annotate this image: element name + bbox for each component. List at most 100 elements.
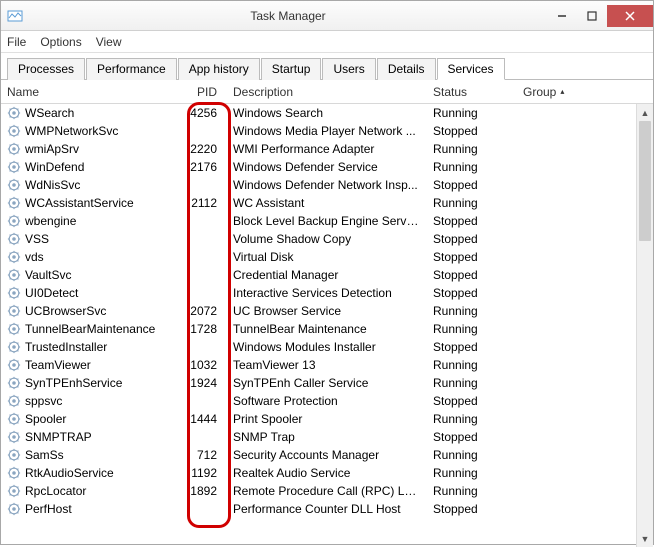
- scroll-down-icon[interactable]: ▼: [637, 530, 653, 547]
- tab-users[interactable]: Users: [322, 58, 375, 80]
- service-gear-icon: [7, 376, 21, 390]
- cell-name: wbengine: [1, 214, 179, 228]
- service-list[interactable]: WSearch4256Windows SearchRunningWMPNetwo…: [1, 104, 653, 547]
- table-row[interactable]: WdNisSvcWindows Defender Network Insp...…: [1, 176, 653, 194]
- cell-name: RpcLocator: [1, 484, 179, 498]
- service-gear-icon: [7, 106, 21, 120]
- table-row[interactable]: Spooler1444Print SpoolerRunning: [1, 410, 653, 428]
- cell-name: WinDefend: [1, 160, 179, 174]
- service-name: WMPNetworkSvc: [25, 124, 118, 138]
- maximize-button[interactable]: [577, 5, 607, 27]
- sort-indicator-icon: ▴: [560, 87, 564, 96]
- table-row[interactable]: RtkAudioService1192Realtek Audio Service…: [1, 464, 653, 482]
- table-row[interactable]: VaultSvcCredential ManagerStopped: [1, 266, 653, 284]
- cell-pid: 2112: [179, 196, 227, 210]
- tab-startup[interactable]: Startup: [261, 58, 322, 80]
- service-gear-icon: [7, 160, 21, 174]
- tab-details[interactable]: Details: [377, 58, 436, 80]
- cell-status: Stopped: [427, 286, 517, 300]
- table-row[interactable]: sppsvcSoftware ProtectionStopped: [1, 392, 653, 410]
- service-name: wbengine: [25, 214, 76, 228]
- table-row[interactable]: WinDefend2176Windows Defender ServiceRun…: [1, 158, 653, 176]
- cell-status: Running: [427, 448, 517, 462]
- service-gear-icon: [7, 286, 21, 300]
- menu-file[interactable]: File: [7, 35, 26, 49]
- cell-pid: 2072: [179, 304, 227, 318]
- cell-pid: 4256: [179, 106, 227, 120]
- cell-description: Realtek Audio Service: [227, 466, 427, 480]
- table-row[interactable]: WSearch4256Windows SearchRunning: [1, 104, 653, 122]
- table-row[interactable]: UI0Detect Interactive Services DetectionS…: [1, 284, 653, 302]
- cell-description: SNMP Trap: [227, 430, 427, 444]
- col-header-status[interactable]: Status: [427, 85, 517, 99]
- service-name: Spooler: [25, 412, 66, 426]
- cell-status: Stopped: [427, 124, 517, 138]
- tab-services[interactable]: Services: [437, 58, 505, 80]
- cell-pid: 1892: [179, 484, 227, 498]
- table-row[interactable]: wbengineBlock Level Backup Engine Servic…: [1, 212, 653, 230]
- close-button[interactable]: [607, 5, 653, 27]
- cell-status: Running: [427, 412, 517, 426]
- cell-pid: 1728: [179, 322, 227, 336]
- tab-app-history[interactable]: App history: [178, 58, 260, 80]
- cell-status: Running: [427, 196, 517, 210]
- scroll-up-icon[interactable]: ▲: [637, 104, 653, 121]
- scroll-thumb[interactable]: [639, 121, 651, 241]
- cell-status: Running: [427, 142, 517, 156]
- service-name: TunnelBearMaintenance: [25, 322, 155, 336]
- cell-pid: 2220: [179, 142, 227, 156]
- cell-status: Stopped: [427, 178, 517, 192]
- cell-name: VaultSvc: [1, 268, 179, 282]
- col-header-group[interactable]: Group ▴: [517, 85, 587, 99]
- cell-pid: 1444: [179, 412, 227, 426]
- cell-name: WdNisSvc: [1, 178, 179, 192]
- table-row[interactable]: WCAssistantService2112WC AssistantRunnin…: [1, 194, 653, 212]
- table-row[interactable]: TunnelBearMaintenance 1728TunnelBear Main…: [1, 320, 653, 338]
- cell-status: Stopped: [427, 340, 517, 354]
- cell-name: TrustedInstaller: [1, 340, 179, 354]
- table-row[interactable]: SNMPTRAPSNMP TrapStopped: [1, 428, 653, 446]
- cell-description: TunnelBear Maintenance: [227, 322, 427, 336]
- cell-status: Stopped: [427, 502, 517, 516]
- cell-description: Windows Search: [227, 106, 427, 120]
- table-row[interactable]: PerfHost Performance Counter DLL HostStop…: [1, 500, 653, 518]
- tab-performance[interactable]: Performance: [86, 58, 177, 80]
- cell-name: SNMPTRAP: [1, 430, 179, 444]
- service-name: SynTPEnhService: [25, 376, 122, 390]
- table-row[interactable]: VSSVolume Shadow CopyStopped: [1, 230, 653, 248]
- service-name: SamSs: [25, 448, 64, 462]
- table-row[interactable]: TrustedInstallerWindows Modules Installe…: [1, 338, 653, 356]
- cell-description: Performance Counter DLL Host: [227, 502, 427, 516]
- cell-description: UC Browser Service: [227, 304, 427, 318]
- cell-description: Software Protection: [227, 394, 427, 408]
- cell-description: Interactive Services Detection: [227, 286, 427, 300]
- table-row[interactable]: WMPNetworkSvcWindows Media Player Networ…: [1, 122, 653, 140]
- table-row[interactable]: TeamViewer1032TeamViewer 13Running: [1, 356, 653, 374]
- service-name: TeamViewer: [25, 358, 91, 372]
- minimize-icon: [557, 11, 567, 21]
- col-header-group-label: Group: [523, 85, 556, 99]
- cell-name: PerfHost: [1, 502, 179, 516]
- tab-processes[interactable]: Processes: [7, 58, 85, 80]
- service-gear-icon: [7, 196, 21, 210]
- col-header-name[interactable]: Name: [1, 85, 179, 99]
- table-row[interactable]: RpcLocator1892Remote Procedure Call (RPC…: [1, 482, 653, 500]
- cell-name: UI0Detect: [1, 286, 179, 300]
- table-row[interactable]: wmiApSrv2220WMI Performance AdapterRunni…: [1, 140, 653, 158]
- service-name: PerfHost: [25, 502, 72, 516]
- table-row[interactable]: SynTPEnhService1924SynTPEnh Caller Servi…: [1, 374, 653, 392]
- col-header-description[interactable]: Description: [227, 85, 427, 99]
- table-row[interactable]: vdsVirtual DiskStopped: [1, 248, 653, 266]
- table-row[interactable]: UCBrowserSvc2072UC Browser ServiceRunnin…: [1, 302, 653, 320]
- minimize-button[interactable]: [547, 5, 577, 27]
- cell-pid: 1032: [179, 358, 227, 372]
- menu-view[interactable]: View: [96, 35, 122, 49]
- tab-bar: ProcessesPerformanceApp historyStartupUs…: [1, 53, 653, 80]
- col-header-pid[interactable]: PID: [179, 85, 227, 99]
- table-row[interactable]: SamSs712Security Accounts ManagerRunning: [1, 446, 653, 464]
- service-gear-icon: [7, 412, 21, 426]
- cell-pid: 1192: [179, 466, 227, 480]
- vertical-scrollbar[interactable]: ▲ ▼: [636, 104, 653, 547]
- cell-status: Running: [427, 484, 517, 498]
- menu-options[interactable]: Options: [40, 35, 81, 49]
